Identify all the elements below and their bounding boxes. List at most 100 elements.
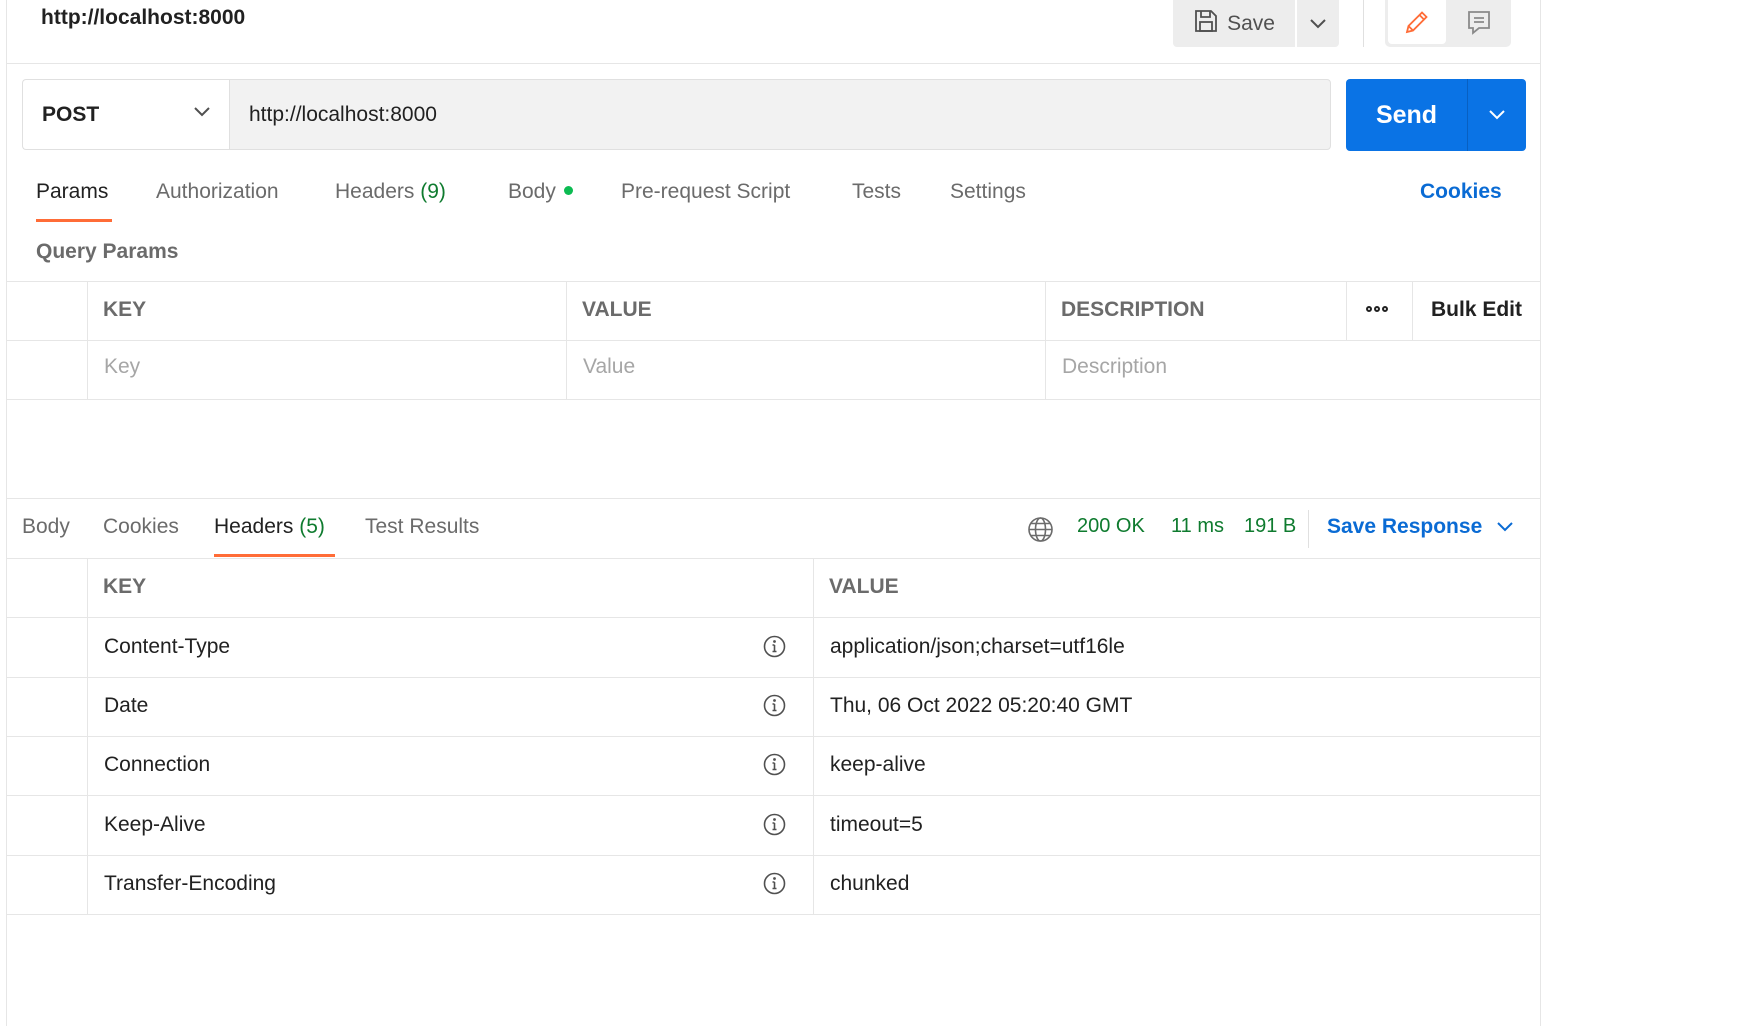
send-button[interactable]: Send bbox=[1346, 79, 1467, 151]
save-response-label: Save Response bbox=[1327, 515, 1483, 538]
header-value: chunked bbox=[830, 872, 910, 895]
save-icon bbox=[1193, 8, 1219, 40]
divider bbox=[6, 677, 1540, 678]
save-options-button[interactable] bbox=[1297, 0, 1339, 47]
send-button-group: Send bbox=[1346, 79, 1526, 151]
header-value: timeout=5 bbox=[830, 813, 923, 836]
divider bbox=[1308, 510, 1309, 548]
chevron-down-icon bbox=[194, 107, 210, 117]
tab-pre-request-script[interactable]: Pre-request Script bbox=[621, 180, 790, 204]
divider bbox=[6, 617, 1540, 618]
column-header-description: DESCRIPTION bbox=[1061, 298, 1205, 321]
tab-label: Body bbox=[22, 515, 70, 538]
divider bbox=[87, 281, 88, 400]
divider bbox=[6, 340, 1540, 341]
tab-body[interactable]: Body bbox=[508, 180, 573, 204]
header-key: Content-Type bbox=[104, 635, 231, 658]
header-value: keep-alive bbox=[830, 753, 926, 776]
divider bbox=[1412, 281, 1413, 341]
key-input[interactable]: Key bbox=[104, 355, 140, 379]
info-icon[interactable] bbox=[763, 635, 786, 658]
tab-params[interactable]: Params bbox=[36, 180, 108, 204]
tab-settings[interactable]: Settings bbox=[950, 180, 1026, 204]
tab-count: (9) bbox=[420, 180, 446, 203]
bulk-edit-button[interactable]: Bulk Edit bbox=[1431, 298, 1522, 322]
tab-test-results[interactable]: Test Results bbox=[365, 515, 479, 539]
method-label: POST bbox=[42, 102, 100, 126]
cookies-link[interactable]: Cookies bbox=[1420, 180, 1502, 204]
info-icon[interactable] bbox=[763, 872, 786, 895]
response-time[interactable]: 11 ms bbox=[1171, 515, 1224, 538]
header-key: Date bbox=[104, 694, 149, 717]
tab-label: Headers bbox=[335, 180, 415, 203]
divider bbox=[1363, 0, 1364, 47]
header-value: application/json;charset=utf16le bbox=[830, 635, 1125, 658]
header-key: Transfer-Encoding bbox=[104, 872, 276, 895]
status-dot bbox=[563, 185, 573, 195]
divider bbox=[1045, 281, 1046, 400]
column-header-key: KEY bbox=[103, 575, 147, 598]
info-icon[interactable] bbox=[763, 813, 786, 836]
divider bbox=[566, 281, 567, 400]
tab-headers[interactable]: Headers (9) bbox=[335, 180, 446, 204]
tab-label: Params bbox=[36, 180, 109, 203]
chevron-down-icon bbox=[1497, 522, 1513, 532]
globe-icon[interactable] bbox=[1027, 516, 1054, 543]
section-title: Query Params bbox=[36, 240, 179, 263]
tab-label: Body bbox=[508, 180, 556, 203]
divider bbox=[1346, 281, 1347, 341]
tab-label: Tests bbox=[852, 180, 902, 203]
header-key: Connection bbox=[104, 753, 211, 776]
edit-mode-button[interactable] bbox=[1388, 0, 1446, 44]
comments-button[interactable] bbox=[1449, 0, 1509, 44]
active-tab-indicator bbox=[214, 554, 335, 557]
tab-label: Cookies bbox=[103, 515, 179, 538]
info-icon[interactable] bbox=[763, 694, 786, 717]
tab-label: Headers bbox=[214, 515, 294, 538]
chevron-down-icon bbox=[1489, 110, 1505, 120]
column-header-key: KEY bbox=[103, 298, 147, 321]
info-icon[interactable] bbox=[763, 753, 786, 776]
header-value: Thu, 06 Oct 2022 05:20:40 GMT bbox=[830, 694, 1133, 717]
tab-response-headers[interactable]: Headers (5) bbox=[214, 515, 325, 539]
divider bbox=[6, 795, 1540, 796]
method-select[interactable]: POST bbox=[22, 79, 229, 150]
tab-tests[interactable]: Tests bbox=[852, 180, 901, 204]
divider bbox=[6, 63, 1540, 64]
header-key: Keep-Alive bbox=[104, 813, 206, 836]
column-header-value: VALUE bbox=[829, 575, 899, 598]
divider bbox=[6, 558, 1540, 559]
save-button-group: Save bbox=[1173, 0, 1339, 47]
divider bbox=[6, 399, 1540, 400]
tab-authorization[interactable]: Authorization bbox=[156, 180, 279, 204]
tab-response-body[interactable]: Body bbox=[22, 515, 70, 539]
save-response-button[interactable]: Save Response bbox=[1327, 515, 1514, 539]
value-input[interactable]: Value bbox=[583, 355, 635, 379]
more-icon[interactable] bbox=[1366, 306, 1388, 312]
divider bbox=[6, 736, 1540, 737]
save-label: Save bbox=[1227, 11, 1275, 35]
send-options-button[interactable] bbox=[1468, 79, 1526, 151]
response-size[interactable]: 191 B bbox=[1244, 515, 1296, 538]
divider bbox=[6, 914, 1540, 915]
comment-icon bbox=[1468, 11, 1490, 35]
description-input[interactable]: Description bbox=[1062, 355, 1167, 379]
request-title[interactable]: http://localhost:8000 bbox=[41, 6, 245, 30]
active-tab-indicator bbox=[36, 219, 112, 222]
divider bbox=[813, 558, 814, 915]
tab-label: Authorization bbox=[156, 180, 279, 203]
save-button[interactable]: Save bbox=[1173, 0, 1295, 47]
view-mode-toggle bbox=[1385, 0, 1511, 47]
column-header-value: VALUE bbox=[582, 298, 652, 321]
divider bbox=[6, 498, 1540, 499]
url-input[interactable] bbox=[229, 79, 1331, 150]
tab-label: Pre-request Script bbox=[621, 180, 791, 203]
divider bbox=[6, 281, 1540, 282]
tab-label: Test Results bbox=[365, 515, 480, 538]
chevron-down-icon bbox=[1310, 18, 1326, 28]
status-code[interactable]: 200 OK bbox=[1077, 515, 1145, 538]
tab-count: (5) bbox=[299, 515, 325, 538]
divider bbox=[87, 558, 88, 915]
tab-label: Settings bbox=[950, 180, 1026, 203]
tab-response-cookies[interactable]: Cookies bbox=[103, 515, 179, 539]
